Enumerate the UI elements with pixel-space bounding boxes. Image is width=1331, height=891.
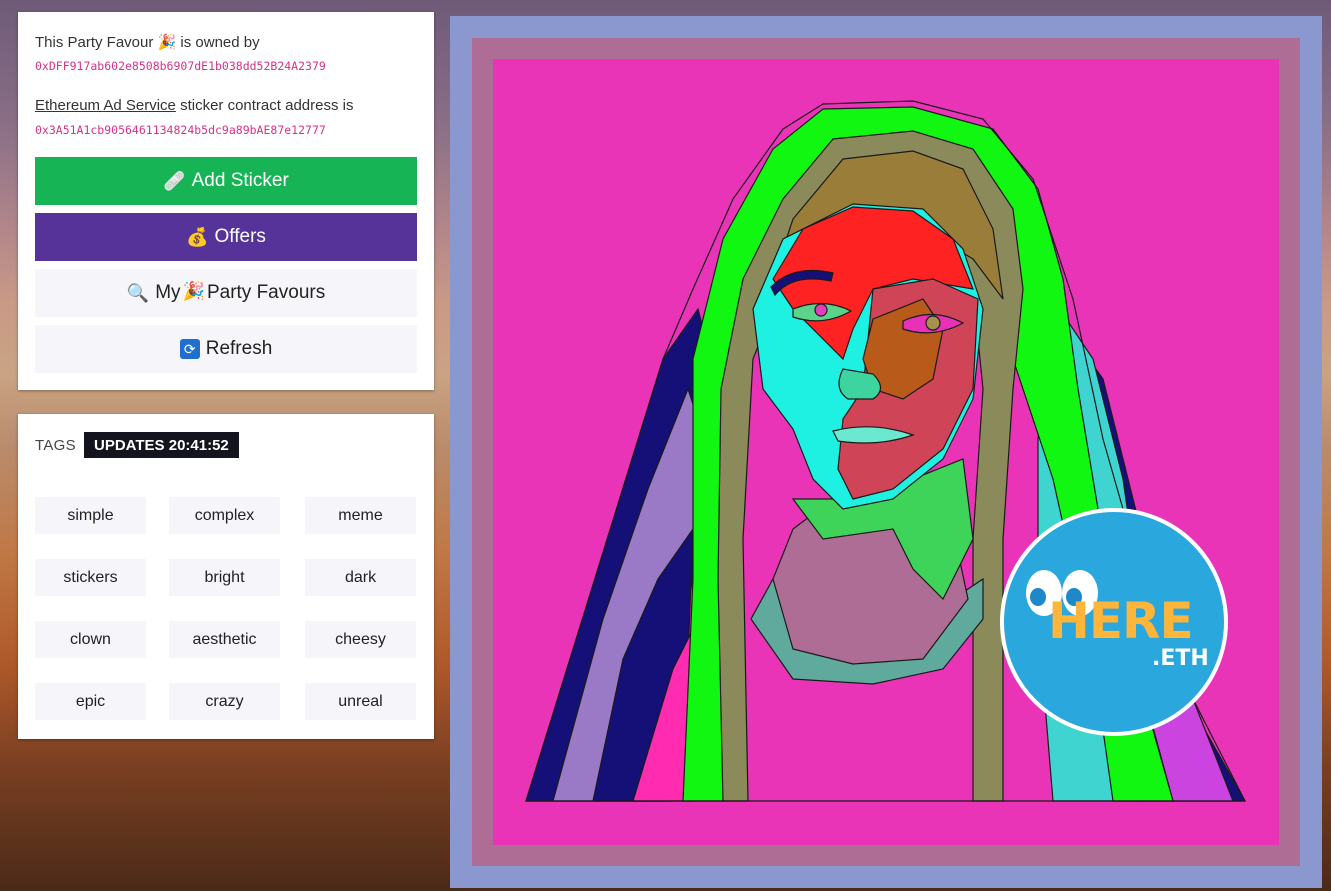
- portrait-artwork: [525, 100, 1247, 802]
- owner-address: 0xDFF917ab602e8508b6907dE1b038dd52B24A23…: [35, 59, 326, 73]
- tag-bright[interactable]: bright: [169, 559, 280, 596]
- sticker-suffix: .ETH: [1152, 646, 1209, 671]
- artwork-canvas[interactable]: [493, 59, 1279, 845]
- add-sticker-label: Add Sticker: [191, 170, 289, 191]
- party-favours-label: Party Favours: [206, 282, 326, 303]
- money-bag-icon: 💰: [186, 227, 209, 247]
- tag-aesthetic[interactable]: aesthetic: [169, 621, 280, 658]
- contract-suffix: sticker contract address is: [175, 97, 354, 114]
- sticker-text: HERE: [1048, 592, 1194, 650]
- updates-badge: UPDATES 20:41:52: [84, 432, 239, 458]
- tags-heading: TAGS: [35, 437, 76, 454]
- tag-clown[interactable]: clown: [35, 621, 146, 658]
- party-popper-icon: 🎉: [182, 281, 205, 301]
- tag-simple[interactable]: simple: [35, 497, 146, 534]
- tag-stickers[interactable]: stickers: [35, 559, 146, 596]
- magnifier-icon: 🔍: [126, 283, 150, 303]
- offers-button[interactable]: 💰 Offers: [35, 213, 417, 261]
- refresh-icon: ⟳: [179, 339, 200, 359]
- tag-unreal[interactable]: unreal: [305, 683, 416, 720]
- refresh-button[interactable]: ⟳ Refresh: [35, 325, 417, 373]
- here-eth-sticker: HERE .ETH: [1000, 508, 1228, 736]
- refresh-label: Refresh: [205, 338, 273, 359]
- artwork-frame: HERE .ETH: [450, 16, 1322, 888]
- owner-line: This Party Favour 🎉 is owned by: [35, 33, 260, 51]
- tag-cheesy[interactable]: cheesy: [305, 621, 416, 658]
- artwork-mat: [472, 38, 1300, 866]
- tag-complex[interactable]: complex: [169, 497, 280, 534]
- info-panel: This Party Favour 🎉 is owned by 0xDFF917…: [18, 12, 434, 390]
- pupil-right: [925, 315, 941, 331]
- tag-dark[interactable]: dark: [305, 559, 416, 596]
- tags-panel: TAGS UPDATES 20:41:52 simple complex meme s…: [18, 414, 434, 739]
- pupil-left: [814, 303, 828, 317]
- contract-line: Ethereum Ad Service sticker contract add…: [35, 97, 353, 114]
- owner-suffix: is owned by: [180, 34, 260, 51]
- my-label: My: [155, 282, 181, 303]
- contract-address: 0x3A51A1cb9056461134824b5dc9a89bAE87e127…: [35, 123, 326, 137]
- tag-meme[interactable]: meme: [305, 497, 416, 534]
- my-party-favours-button[interactable]: 🔍 My 🎉 Party Favours: [35, 269, 417, 317]
- bandage-icon: 🩹: [163, 171, 186, 191]
- ethereum-ad-service-link[interactable]: Ethereum Ad Service: [35, 97, 176, 114]
- owner-prefix: This Party Favour: [35, 34, 154, 51]
- add-sticker-button[interactable]: 🩹 Add Sticker: [35, 157, 417, 205]
- offers-label: Offers: [214, 226, 266, 247]
- tag-epic[interactable]: epic: [35, 683, 146, 720]
- tag-crazy[interactable]: crazy: [169, 683, 280, 720]
- party-popper-icon: 🎉: [157, 34, 177, 51]
